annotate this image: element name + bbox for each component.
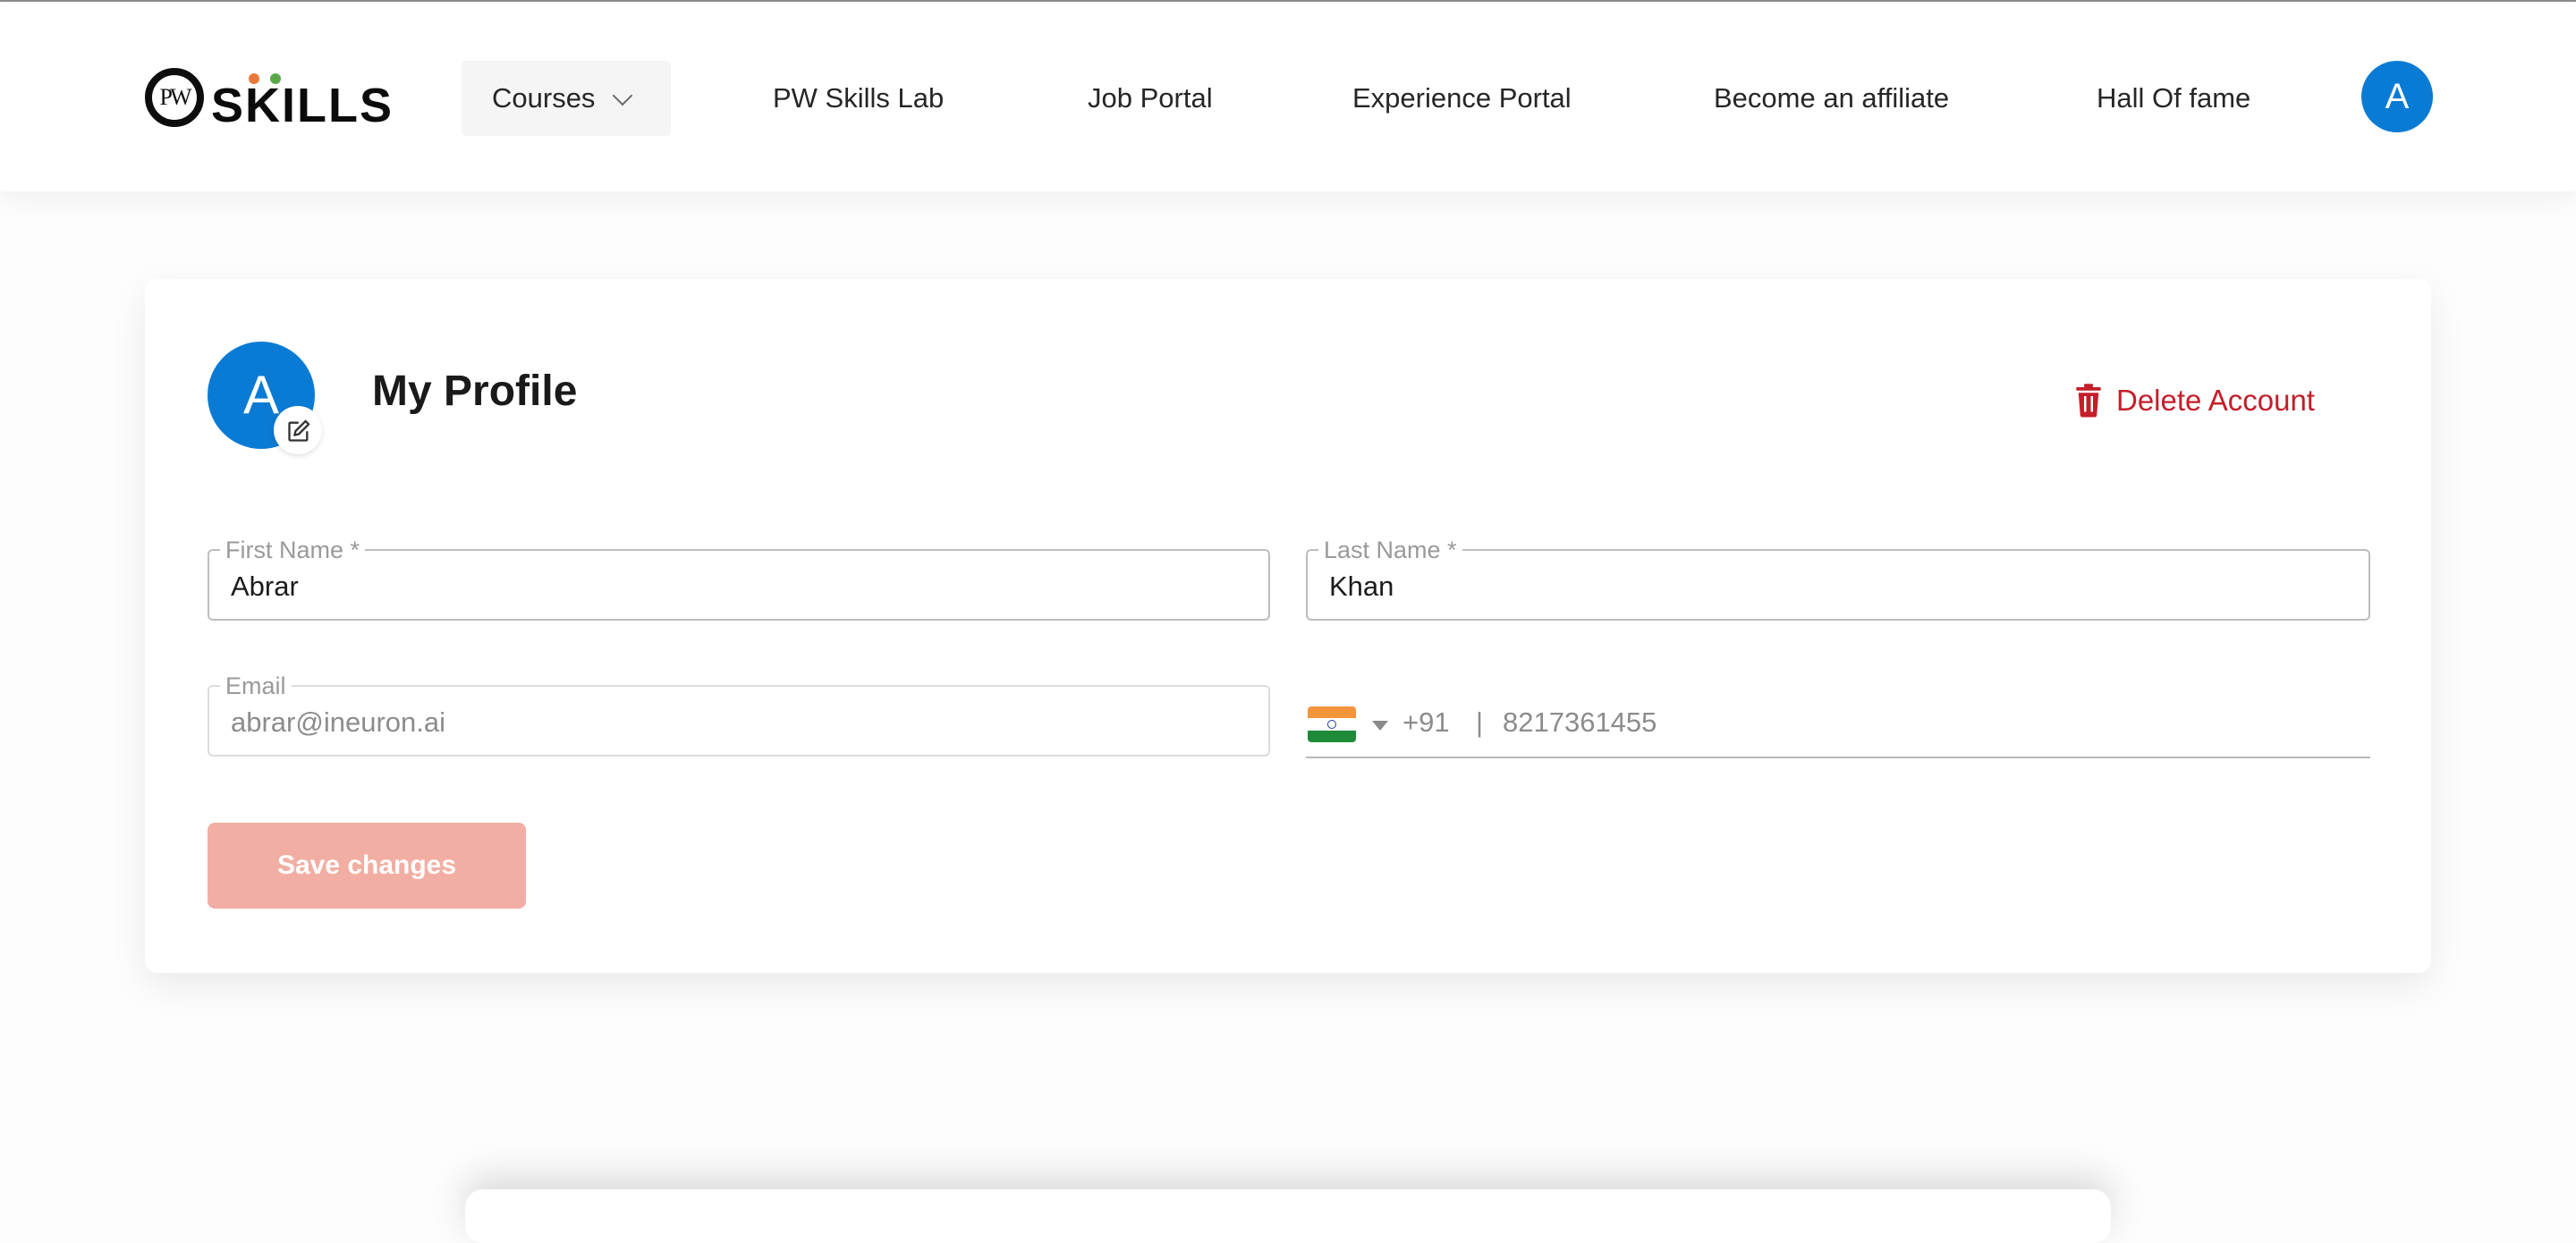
nav-become-affiliate[interactable]: Become an affiliate [1714, 61, 1949, 136]
edit-icon [288, 419, 310, 442]
phone-separator: | [1476, 706, 1484, 738]
delete-account-label: Delete Account [2116, 384, 2315, 417]
email-input[interactable] [231, 703, 1247, 742]
last-name-input[interactable] [1329, 567, 2347, 606]
pw-skills-logo[interactable]: PW SKILLS [145, 66, 392, 132]
delete-account-button[interactable]: Delete Account [2075, 379, 2315, 422]
first-name-input[interactable] [231, 567, 1247, 606]
last-name-field: Last Name * [1306, 537, 2370, 621]
nav-job-portal[interactable]: Job Portal [1088, 61, 1213, 136]
site-header: PW SKILLS Courses PW Skills Lab Job Port… [0, 2, 2576, 191]
profile-card: A My Profile Delete Account First Name *… [145, 279, 2431, 973]
save-changes-button[interactable]: Save changes [208, 823, 526, 909]
chevron-down-icon [612, 85, 633, 106]
nav-pw-skills-lab[interactable]: PW Skills Lab [773, 61, 944, 136]
india-flag-icon[interactable] [1308, 706, 1356, 742]
email-label: Email [220, 672, 292, 699]
footer-panel-edge [465, 1189, 2111, 1243]
user-avatar[interactable]: A [2361, 61, 2433, 132]
logo-text: SKILLS [211, 79, 394, 132]
phone-field: +91 | [1306, 685, 2370, 758]
nav-hall-of-fame[interactable]: Hall Of fame [2097, 61, 2250, 136]
first-name-label: First Name * [220, 537, 366, 563]
nav-experience-portal[interactable]: Experience Portal [1352, 61, 1572, 136]
last-name-label: Last Name * [1318, 537, 1462, 563]
pw-logo-mark: PW [145, 68, 204, 127]
country-code: +91 [1402, 706, 1450, 738]
page-title: My Profile [372, 368, 578, 415]
email-field: Email [208, 672, 1270, 757]
country-dropdown-caret-icon[interactable] [1372, 721, 1388, 731]
first-name-field: First Name * [208, 537, 1270, 621]
nav-courses-dropdown[interactable]: Courses [462, 61, 671, 136]
phone-input[interactable] [1503, 703, 2308, 742]
nav-courses-label: Courses [492, 82, 596, 114]
trash-icon [2076, 384, 2101, 418]
edit-avatar-button[interactable] [274, 406, 322, 454]
